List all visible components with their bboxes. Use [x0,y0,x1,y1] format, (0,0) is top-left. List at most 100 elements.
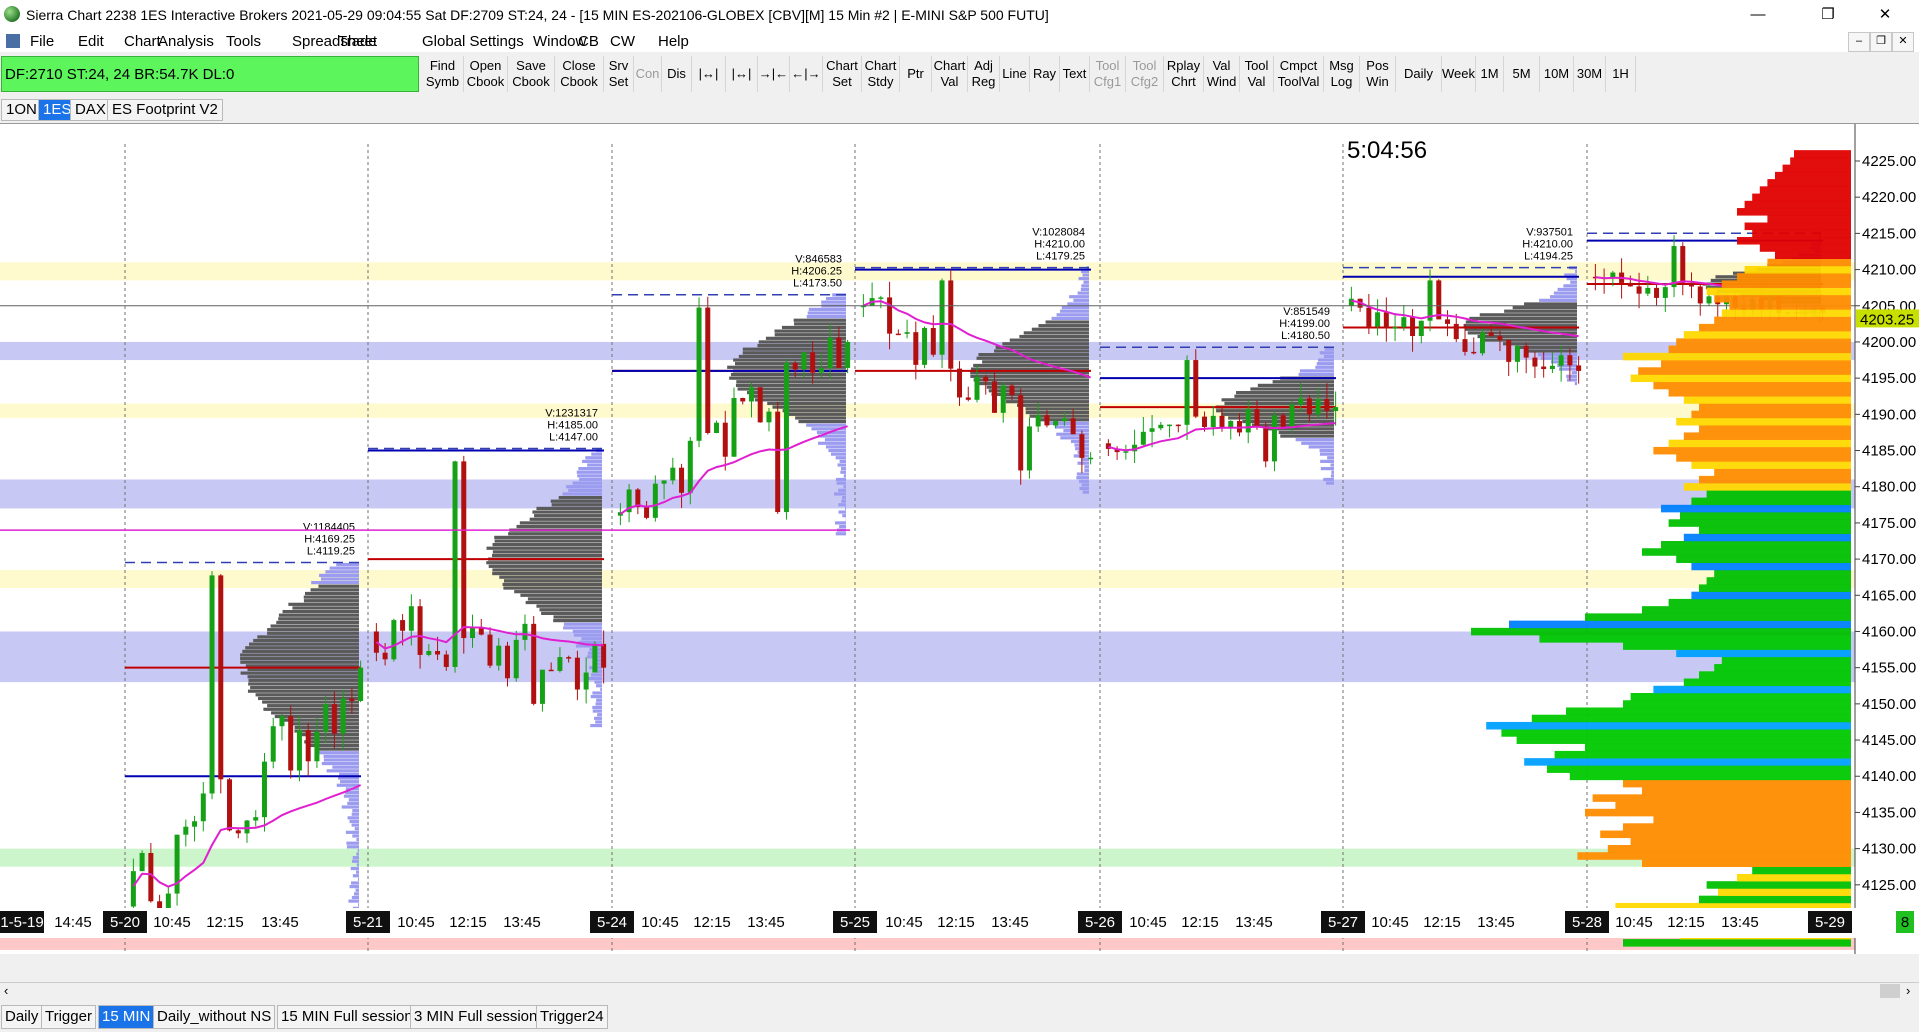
toolbar-label: Adj [974,58,993,73]
chart-tab-dax[interactable]: DAX [70,99,111,121]
time-label: 12:15 [1181,914,1219,931]
toolbar-label: Srv [608,58,629,73]
toolbar-label: Cfg1 [1093,74,1122,89]
tool-chart-val-button-14[interactable]: Chart Val [932,56,968,92]
close-button[interactable]: ✕ [1862,0,1908,30]
tool-save-cbook-button-2[interactable]: Save Cbook [508,56,555,92]
candle-body [323,704,329,732]
tool-msg-log-button-25[interactable]: Msg Log [1324,56,1360,92]
bottom-tab-trigger[interactable]: Trigger [41,1005,96,1029]
session-volume-bar [323,758,359,762]
menu-global-settings[interactable]: Global Settings [422,33,524,50]
session-volume-bar [1323,477,1334,482]
toolbar-label: Win [1366,74,1389,89]
price-tick-label: 4220.00 [1862,189,1916,206]
bottom-tab-15-min[interactable]: 15 MIN [98,1005,155,1029]
tool-1m-button-29[interactable]: 1M [1476,56,1504,92]
menu-file[interactable]: File [30,33,54,50]
menu-trade[interactable]: Trade [338,33,377,50]
session-volume-bar [494,539,602,543]
candle-body [810,352,816,373]
tool-chart-stdy-button-12[interactable]: Chart Stdy [862,56,900,92]
tool-week-button-28[interactable]: Week [1442,56,1476,92]
toolbar-label: Reg [971,74,996,89]
tool-line-button-16[interactable]: Line [1000,56,1030,92]
tool-rplay-chrt-button-21[interactable]: Rplay Chrt [1164,56,1204,92]
candle-body [679,467,685,493]
session-volume-bar [355,888,359,892]
tool-text-button-18[interactable]: Text [1060,56,1090,92]
candle-body [1035,415,1041,427]
scroll-left-icon[interactable]: ‹ [4,983,8,998]
session-volume-bar [240,657,359,661]
menu-cb[interactable]: CB [578,33,599,50]
bottom-tab-trigger24[interactable]: Trigger24 [536,1005,608,1029]
tool-10m-button-31[interactable]: 10M [1540,56,1574,92]
tool-button-9[interactable]: →|← [758,56,790,92]
menu-cw[interactable]: CW [610,33,635,50]
menu-chart[interactable]: Chart [124,33,161,50]
tool-chart-set-button-11[interactable]: Chart Set [823,56,862,92]
candle-body [1645,287,1651,294]
tool-tool-cfg1-button-19[interactable]: Tool Cfg1 [1090,56,1126,92]
tool-val-wind-button-22[interactable]: Val Wind [1204,56,1240,92]
tool-5m-button-30[interactable]: 5M [1504,56,1540,92]
tool-tool-val-button-23[interactable]: Tool Val [1240,56,1274,92]
tool-daily-button-27[interactable]: Daily [1396,56,1442,92]
minimize-button[interactable]: — [1735,0,1781,30]
tool-con-button-5[interactable]: Con [634,56,662,92]
candle-body [244,820,250,834]
composite-volume-bar [1699,323,1851,332]
composite-volume-bar [1683,678,1851,687]
scroll-right-icon[interactable]: › [1906,983,1910,998]
tool-button-10[interactable]: ←|→ [790,56,823,92]
horizontal-scrollbar[interactable]: ‹ › [0,982,1919,1000]
price-chart[interactable]: V:1184405H:4169.25L:4119.25V:1231317H:41… [0,124,1919,954]
toolbar-label: Symb [425,74,460,89]
tool-close-cbook-button-3[interactable]: Close Cbook [555,56,604,92]
date-label: 5-24 [597,914,627,931]
mdi-minimize-button[interactable]: – [1848,32,1870,52]
session-volume-bar [772,405,846,409]
session-volume-bar [270,624,359,628]
tool-find-symb-button-0[interactable]: Find Symb [422,56,464,92]
composite-volume-bar [1566,707,1851,716]
mdi-restore-button[interactable]: ❐ [1870,32,1892,52]
tool-adj-reg-button-15[interactable]: Adj Reg [968,56,1000,92]
tool-button-8[interactable]: |↔| [726,56,758,92]
candle-body [1462,339,1468,352]
tool-cmpct-toolval-button-24[interactable]: Cmpct ToolVal [1274,56,1324,92]
scroll-thumb[interactable] [1880,984,1900,998]
tool-ptr-button-13[interactable]: Ptr [900,56,932,92]
tool-pos-win-button-26[interactable]: Pos Win [1360,56,1396,92]
candle-body [261,761,267,818]
menu-analysis[interactable]: Analysis [158,33,214,50]
restore-button[interactable]: ❐ [1805,0,1851,30]
tool-1h-button-33[interactable]: 1H [1606,56,1636,92]
composite-volume-bar [1630,374,1851,383]
menu-tools[interactable]: Tools [226,33,261,50]
composite-volume-bar [1623,779,1851,788]
tool-srv-set-button-4[interactable]: Srv Set [604,56,634,92]
composite-volume-bar [1653,685,1851,694]
session-volume-bar [529,517,602,521]
tool-open-cbook-button-1[interactable]: Open Cbook [464,56,508,92]
chart-tab-es-footprint-v2[interactable]: ES Footprint V2 [107,99,223,121]
mdi-close-button[interactable]: ✕ [1892,32,1914,52]
tool-button-7[interactable]: |↔| [692,56,726,92]
tool-dis-button-6[interactable]: Dis [662,56,692,92]
bottom-tab-daily[interactable]: Daily [1,1005,43,1029]
tool-ray-button-17[interactable]: Ray [1030,56,1060,92]
bottom-tab-daily-without-ns[interactable]: Daily_without NS [153,1005,276,1029]
bottom-tab-3-min-full-session[interactable]: 3 MIN Full session [410,1005,542,1029]
composite-volume-bar [1683,533,1851,542]
candle-body [1471,351,1477,354]
bottom-tab-15-min-full-session[interactable]: 15 MIN Full session [277,1005,417,1029]
menu-help[interactable]: Help [658,33,689,50]
tool-tool-cfg2-button-20[interactable]: Tool Cfg2 [1126,56,1164,92]
tool-30m-button-32[interactable]: 30M [1574,56,1606,92]
menu-edit[interactable]: Edit [78,33,104,50]
chart-tab-1on[interactable]: 1ON [1,99,42,121]
chart-area[interactable]: V:1184405 H:4169.25 L:4119.25 V:1231317 H:41… [0,123,1919,954]
session-volume-bar [1299,369,1334,373]
